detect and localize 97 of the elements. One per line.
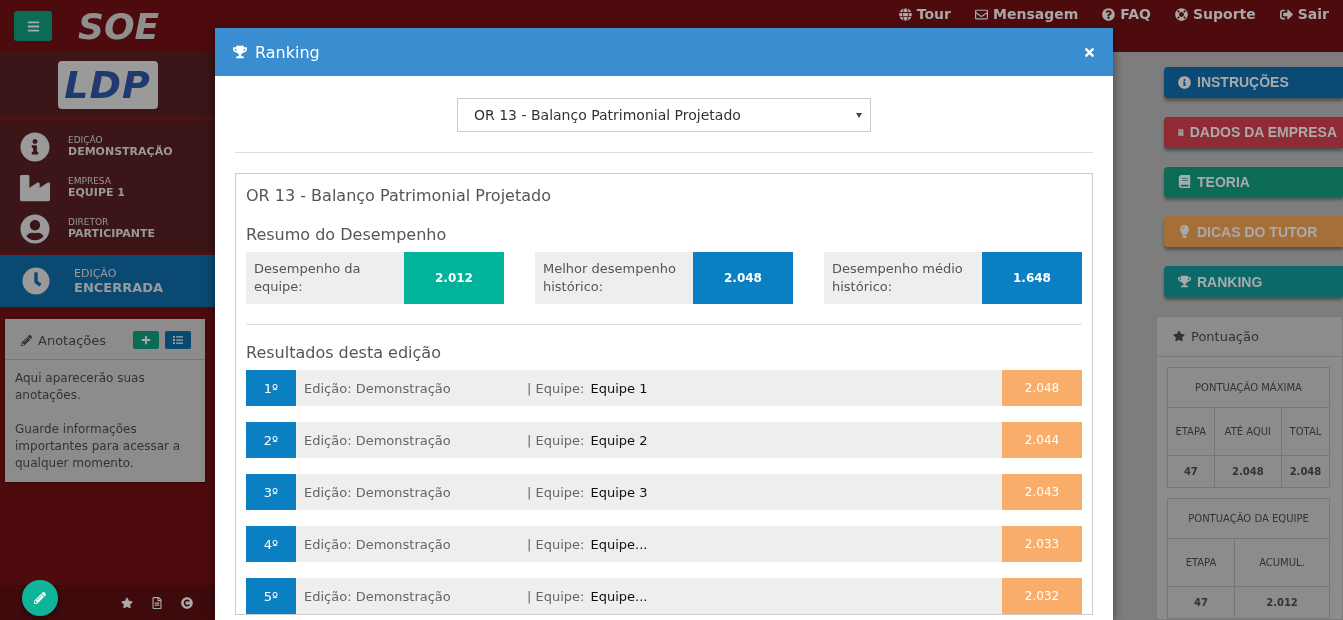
rank-position: 3º: [246, 474, 296, 510]
info-value: PARTICIPANTE: [68, 227, 156, 240]
nav-link[interactable]: Sair: [1279, 6, 1329, 22]
info-label: EDIÇÃO: [68, 135, 104, 145]
table-cell: 47: [1167, 586, 1235, 619]
score-value: 2.033: [1002, 526, 1082, 562]
team-name: Equipe 2: [590, 432, 648, 448]
edition-text: Edição: Demonstração: [303, 380, 452, 396]
menu-tile-button[interactable]: DADOS DA EMPRESA: [1164, 116, 1343, 148]
table-cell: 47: [1167, 455, 1215, 488]
lightbulb-icon: [1178, 225, 1191, 239]
table-cell: 2.048: [1214, 455, 1282, 488]
factory-icon: [20, 172, 50, 203]
score-value: 2.043: [1002, 474, 1082, 510]
card-title: OR 13 - Balanço Patrimonial Projetado: [246, 186, 552, 205]
table-cell: 2.012: [1234, 586, 1330, 619]
info-value: EQUIPE 1: [68, 186, 125, 199]
plus-icon: [141, 335, 151, 345]
table-heading: PONTUAÇÃO DA EQUIPE: [1167, 498, 1330, 539]
status-label: EDIÇÃO: [74, 267, 118, 280]
team-name: Equipe 3: [590, 484, 648, 500]
caret-icon: [856, 112, 862, 118]
rank-position: 1º: [246, 370, 296, 406]
column-header: TOTAL: [1281, 407, 1330, 456]
column-header: ETAPA: [1167, 538, 1235, 587]
info-value: DEMONSTRAÇÃO: [68, 145, 173, 158]
team-label: | Equipe:: [527, 432, 585, 448]
trophy-icon: [233, 45, 247, 59]
status-value: ENCERRADA: [74, 280, 164, 295]
notes-text: Guarde informações importantes para acessar a qualquer momento.: [15, 421, 182, 472]
edition-text: Edição: Demonstração: [303, 588, 452, 604]
column-header: ETAPA: [1167, 407, 1215, 456]
envelope-icon: [975, 7, 988, 21]
star-icon[interactable]: [121, 596, 133, 609]
column-header: ACUMUL.: [1234, 538, 1330, 587]
add-note-button[interactable]: [133, 331, 159, 349]
menu-tile-button[interactable]: INSTRUÇÕES: [1164, 67, 1343, 98]
column-header: ATÉ AQUI: [1214, 407, 1282, 456]
copyright-icon[interactable]: [181, 596, 193, 609]
team-name: Equipe 1: [590, 380, 648, 396]
team-label: | Equipe:: [527, 588, 585, 604]
nav-link[interactable]: Mensagem: [975, 6, 1079, 22]
list-notes-button[interactable]: [165, 331, 191, 349]
stat-value: 2.048: [693, 252, 793, 304]
score-value: 2.044: [1002, 422, 1082, 458]
edition-text: Edição: Demonstração: [303, 432, 452, 448]
notes-text: Aqui aparecerão suas anotações.: [15, 370, 146, 404]
list-icon: [173, 335, 183, 345]
section-title: Resultados desta edição: [246, 343, 442, 362]
menu-button[interactable]: [14, 11, 52, 41]
team-name: Equipe...: [590, 588, 648, 604]
document-icon[interactable]: [151, 596, 163, 609]
stat-value: 1.648: [982, 252, 1082, 304]
avatar-icon: [20, 213, 50, 244]
star-icon: [1173, 330, 1185, 343]
company-logo: LDP: [57, 61, 158, 109]
stat-label: Desempenho médio histórico:: [824, 252, 982, 304]
dialog-title: Ranking: [255, 42, 320, 62]
pencil-icon: [34, 592, 46, 604]
nav-link[interactable]: FAQ: [1102, 6, 1151, 22]
pencil-icon: [21, 334, 32, 346]
question-icon: [1102, 7, 1116, 21]
book-icon: [1178, 175, 1191, 189]
app-logo: SOE: [78, 5, 160, 47]
rank-position: 2º: [246, 422, 296, 458]
info-icon: [20, 131, 50, 162]
notes-title: Anotações: [38, 332, 107, 348]
info-label: EMPRESA: [68, 176, 112, 186]
lifebuoy-icon: [1175, 7, 1188, 21]
close-icon: [1083, 45, 1096, 59]
info-icon: [1178, 75, 1191, 89]
nav-link[interactable]: Suporte: [1175, 6, 1256, 22]
globe-icon: [898, 7, 912, 21]
section-title: Resumo do Desempenho: [246, 225, 448, 244]
report-select[interactable]: OR 13 - Balanço Patrimonial Projetado: [457, 98, 871, 132]
rank-position: 5º: [246, 578, 296, 614]
nav-link[interactable]: Tour: [898, 6, 951, 22]
panel-title: Pontuação: [1191, 329, 1259, 344]
edition-text: Edição: Demonstração: [303, 536, 452, 552]
table-cell: 2.048: [1281, 455, 1330, 488]
menu-icon: [26, 19, 40, 33]
rank-position: 4º: [246, 526, 296, 562]
team-label: | Equipe:: [527, 536, 585, 552]
info-label: DIRETOR: [68, 217, 110, 227]
stat-label: Melhor desempenho histórico:: [535, 252, 693, 304]
team-name: Equipe...: [590, 536, 648, 552]
score-value: 2.048: [1002, 370, 1082, 406]
exit-icon: [1279, 7, 1293, 21]
edition-text: Edição: Demonstração: [303, 484, 452, 500]
team-label: | Equipe:: [527, 380, 585, 396]
team-label: | Equipe:: [527, 484, 585, 500]
stat-label: Desempenho da equipe:: [246, 252, 404, 304]
clock-icon: [22, 267, 50, 295]
score-value: 2.032: [1002, 578, 1082, 614]
table-heading: PONTUAÇÃO MÁXIMA: [1167, 367, 1330, 408]
stat-value: 2.012: [404, 252, 504, 304]
trophy-icon: [1178, 275, 1191, 289]
